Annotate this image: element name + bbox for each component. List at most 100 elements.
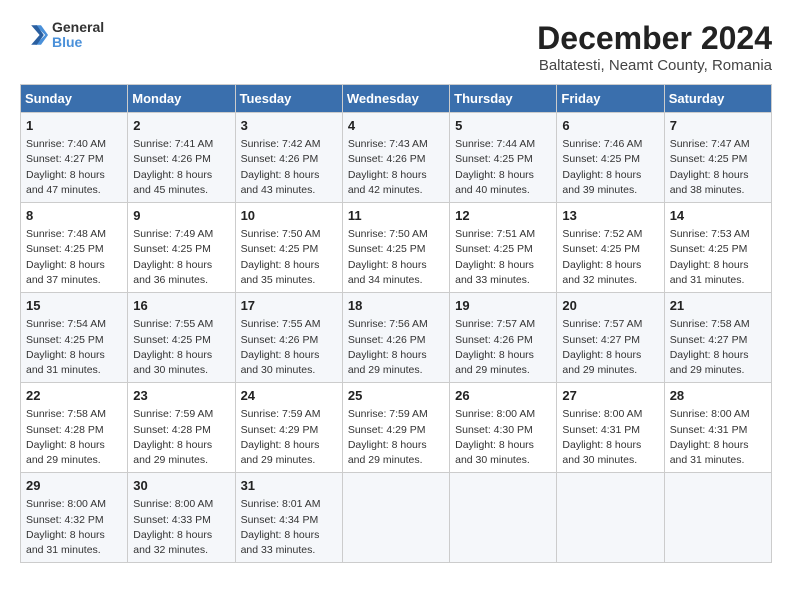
calendar-cell: 30 Sunrise: 8:00 AMSunset: 4:33 PMDayligh… — [128, 473, 235, 563]
day-info: Sunrise: 7:55 AMSunset: 4:26 PMDaylight:… — [241, 317, 337, 378]
title-block: December 2024 Baltatesti, Neamt County, … — [537, 20, 772, 74]
day-info: Sunrise: 7:56 AMSunset: 4:26 PMDaylight:… — [348, 317, 444, 378]
day-info: Sunrise: 7:50 AMSunset: 4:25 PMDaylight:… — [348, 227, 444, 288]
calendar-cell — [450, 473, 557, 563]
day-number: 22 — [26, 387, 122, 405]
day-info: Sunrise: 7:44 AMSunset: 4:25 PMDaylight:… — [455, 137, 551, 198]
weekday-header-friday: Friday — [557, 85, 664, 113]
day-number: 29 — [26, 477, 122, 495]
calendar-cell: 17 Sunrise: 7:55 AMSunset: 4:26 PMDayligh… — [235, 293, 342, 383]
day-info: Sunrise: 7:43 AMSunset: 4:26 PMDaylight:… — [348, 137, 444, 198]
day-number: 30 — [133, 477, 229, 495]
page-header: General Blue December 2024 Baltatesti, N… — [20, 20, 772, 74]
calendar-cell: 25Sunrise: 7:59 AMSunset: 4:29 PMDayligh… — [342, 383, 449, 473]
day-info: Sunrise: 8:00 AMSunset: 4:33 PMDaylight:… — [133, 497, 229, 558]
calendar-cell: 15 Sunrise: 7:54 AMSunset: 4:25 PMDayligh… — [21, 293, 128, 383]
page-subtitle: Baltatesti, Neamt County, Romania — [537, 57, 772, 74]
day-number: 9 — [133, 207, 229, 225]
calendar-cell: 19 Sunrise: 7:57 AMSunset: 4:26 PMDayligh… — [450, 293, 557, 383]
day-number: 31 — [241, 477, 337, 495]
day-number: 11 — [348, 207, 444, 225]
calendar-week-row: 8Sunrise: 7:48 AMSunset: 4:25 PMDaylight… — [21, 203, 772, 293]
day-info: Sunrise: 7:58 AMSunset: 4:27 PMDaylight:… — [670, 317, 766, 378]
day-info: Sunrise: 7:52 AMSunset: 4:25 PMDaylight:… — [562, 227, 658, 288]
day-number: 21 — [670, 297, 766, 315]
calendar-cell: 18 Sunrise: 7:56 AMSunset: 4:26 PMDayligh… — [342, 293, 449, 383]
day-info: Sunrise: 8:01 AMSunset: 4:34 PMDaylight:… — [241, 497, 337, 558]
day-number: 1 — [26, 117, 122, 135]
calendar-cell: 28Sunrise: 8:00 AMSunset: 4:31 PMDayligh… — [664, 383, 771, 473]
calendar-cell: 26 Sunrise: 8:00 AMSunset: 4:30 PMDayligh… — [450, 383, 557, 473]
day-info: Sunrise: 7:55 AMSunset: 4:25 PMDaylight:… — [133, 317, 229, 378]
day-number: 2 — [133, 117, 229, 135]
day-info: Sunrise: 7:53 AMSunset: 4:25 PMDaylight:… — [670, 227, 766, 288]
day-number: 13 — [562, 207, 658, 225]
calendar-cell: 11 Sunrise: 7:50 AMSunset: 4:25 PMDayligh… — [342, 203, 449, 293]
day-number: 23 — [133, 387, 229, 405]
calendar-cell: 10Sunrise: 7:50 AMSunset: 4:25 PMDayligh… — [235, 203, 342, 293]
day-info: Sunrise: 8:00 AMSunset: 4:31 PMDaylight:… — [562, 407, 658, 468]
calendar-cell: 22 Sunrise: 7:58 AMSunset: 4:28 PMDayligh… — [21, 383, 128, 473]
calendar-cell: 2 Sunrise: 7:41 AMSunset: 4:26 PMDaylight… — [128, 113, 235, 203]
day-info: Sunrise: 7:59 AMSunset: 4:29 PMDaylight:… — [348, 407, 444, 468]
calendar-cell: 1Sunrise: 7:40 AMSunset: 4:27 PMDaylight… — [21, 113, 128, 203]
calendar-cell: 21 Sunrise: 7:58 AMSunset: 4:27 PMDayligh… — [664, 293, 771, 383]
calendar-cell: 31 Sunrise: 8:01 AMSunset: 4:34 PMDayligh… — [235, 473, 342, 563]
weekday-header-thursday: Thursday — [450, 85, 557, 113]
calendar-cell: 3 Sunrise: 7:42 AMSunset: 4:26 PMDaylight… — [235, 113, 342, 203]
calendar-cell: 4 Sunrise: 7:43 AMSunset: 4:26 PMDaylight… — [342, 113, 449, 203]
day-info: Sunrise: 7:47 AMSunset: 4:25 PMDaylight:… — [670, 137, 766, 198]
calendar-table: SundayMondayTuesdayWednesdayThursdayFrid… — [20, 84, 772, 563]
calendar-cell: 20 Sunrise: 7:57 AMSunset: 4:27 PMDayligh… — [557, 293, 664, 383]
day-number: 24 — [241, 387, 337, 405]
calendar-cell: 24 Sunrise: 7:59 AMSunset: 4:29 PMDayligh… — [235, 383, 342, 473]
logo-text: General Blue — [52, 20, 104, 51]
calendar-cell: 14 Sunrise: 7:53 AMSunset: 4:25 PMDayligh… — [664, 203, 771, 293]
calendar-header-row: SundayMondayTuesdayWednesdayThursdayFrid… — [21, 85, 772, 113]
day-number: 20 — [562, 297, 658, 315]
day-info: Sunrise: 8:00 AMSunset: 4:32 PMDaylight:… — [26, 497, 122, 558]
day-number: 4 — [348, 117, 444, 135]
calendar-cell: 16Sunrise: 7:55 AMSunset: 4:25 PMDayligh… — [128, 293, 235, 383]
day-info: Sunrise: 7:58 AMSunset: 4:28 PMDaylight:… — [26, 407, 122, 468]
calendar-cell: 13 Sunrise: 7:52 AMSunset: 4:25 PMDayligh… — [557, 203, 664, 293]
day-number: 7 — [670, 117, 766, 135]
day-number: 17 — [241, 297, 337, 315]
weekday-header-tuesday: Tuesday — [235, 85, 342, 113]
day-number: 19 — [455, 297, 551, 315]
day-number: 3 — [241, 117, 337, 135]
calendar-week-row: 1Sunrise: 7:40 AMSunset: 4:27 PMDaylight… — [21, 113, 772, 203]
day-info: Sunrise: 8:00 AMSunset: 4:30 PMDaylight:… — [455, 407, 551, 468]
calendar-cell: 5Sunrise: 7:44 AMSunset: 4:25 PMDaylight… — [450, 113, 557, 203]
day-info: Sunrise: 7:57 AMSunset: 4:26 PMDaylight:… — [455, 317, 551, 378]
day-info: Sunrise: 7:59 AMSunset: 4:29 PMDaylight:… — [241, 407, 337, 468]
page-title: December 2024 — [537, 20, 772, 57]
day-info: Sunrise: 7:51 AMSunset: 4:25 PMDaylight:… — [455, 227, 551, 288]
weekday-header-monday: Monday — [128, 85, 235, 113]
calendar-cell: 27Sunrise: 8:00 AMSunset: 4:31 PMDayligh… — [557, 383, 664, 473]
day-number: 6 — [562, 117, 658, 135]
day-number: 26 — [455, 387, 551, 405]
day-number: 14 — [670, 207, 766, 225]
day-info: Sunrise: 7:48 AMSunset: 4:25 PMDaylight:… — [26, 227, 122, 288]
weekday-header-wednesday: Wednesday — [342, 85, 449, 113]
day-info: Sunrise: 7:57 AMSunset: 4:27 PMDaylight:… — [562, 317, 658, 378]
calendar-cell — [664, 473, 771, 563]
day-info: Sunrise: 7:42 AMSunset: 4:26 PMDaylight:… — [241, 137, 337, 198]
day-number: 18 — [348, 297, 444, 315]
calendar-cell: 7 Sunrise: 7:47 AMSunset: 4:25 PMDaylight… — [664, 113, 771, 203]
calendar-week-row: 29 Sunrise: 8:00 AMSunset: 4:32 PMDayligh… — [21, 473, 772, 563]
day-info: Sunrise: 7:59 AMSunset: 4:28 PMDaylight:… — [133, 407, 229, 468]
calendar-week-row: 22 Sunrise: 7:58 AMSunset: 4:28 PMDayligh… — [21, 383, 772, 473]
calendar-cell: 29 Sunrise: 8:00 AMSunset: 4:32 PMDayligh… — [21, 473, 128, 563]
day-info: Sunrise: 7:50 AMSunset: 4:25 PMDaylight:… — [241, 227, 337, 288]
calendar-cell: 9Sunrise: 7:49 AMSunset: 4:25 PMDaylight… — [128, 203, 235, 293]
day-info: Sunrise: 7:46 AMSunset: 4:25 PMDaylight:… — [562, 137, 658, 198]
day-info: Sunrise: 7:54 AMSunset: 4:25 PMDaylight:… — [26, 317, 122, 378]
logo-icon — [20, 21, 48, 49]
logo: General Blue — [20, 20, 104, 51]
day-info: Sunrise: 7:41 AMSunset: 4:26 PMDaylight:… — [133, 137, 229, 198]
day-number: 15 — [26, 297, 122, 315]
day-info: Sunrise: 8:00 AMSunset: 4:31 PMDaylight:… — [670, 407, 766, 468]
calendar-week-row: 15 Sunrise: 7:54 AMSunset: 4:25 PMDayligh… — [21, 293, 772, 383]
